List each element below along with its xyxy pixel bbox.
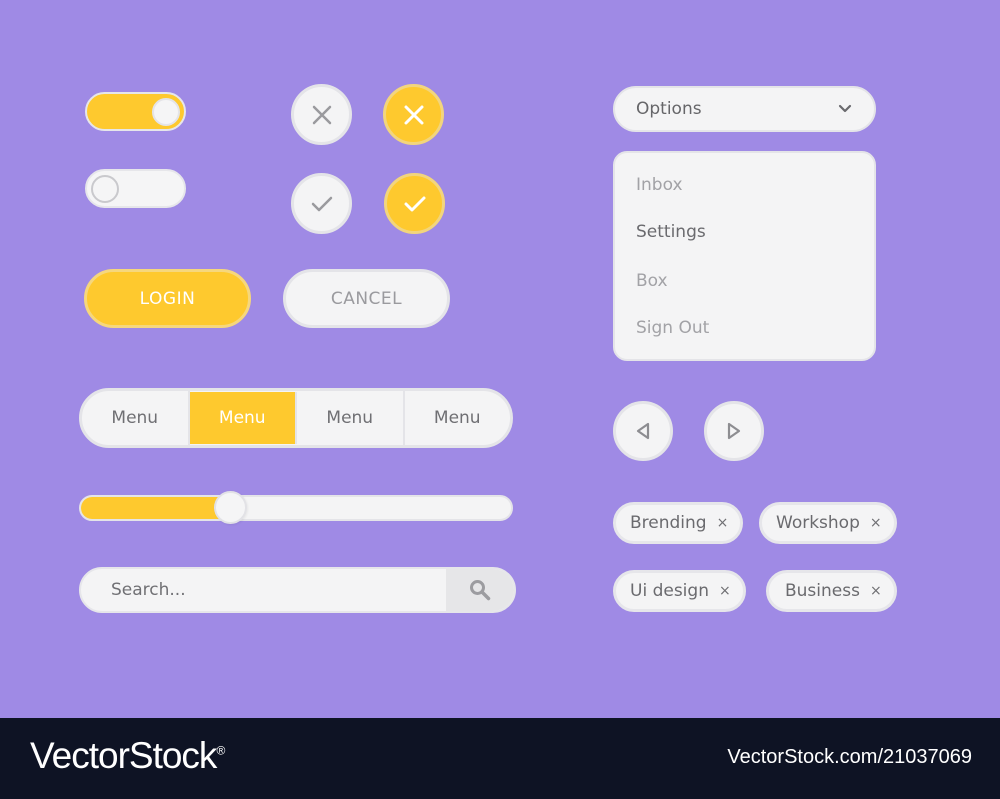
menu-item-box[interactable]: Box: [636, 271, 668, 291]
tag-remove-icon[interactable]: ×: [870, 515, 882, 531]
next-button[interactable]: [704, 401, 764, 461]
toggle-knob: [91, 175, 119, 203]
brand-logo: VectorStock®: [30, 735, 225, 777]
login-button-label: LOGIN: [139, 288, 196, 309]
close-button[interactable]: [291, 84, 352, 145]
check-button-accent[interactable]: [384, 173, 445, 234]
search-input[interactable]: [81, 569, 448, 611]
dropdown-menu: Inbox Settings Box Sign Out: [613, 151, 876, 361]
slider-track[interactable]: [79, 495, 513, 521]
tag-label: Business: [785, 581, 860, 601]
tag-label: Ui design: [630, 581, 709, 601]
slider-fill: [81, 497, 222, 519]
dropdown-selected-label: Options: [636, 99, 702, 119]
tag-chip: Business ×: [766, 570, 897, 612]
cancel-button-label: CANCEL: [330, 288, 403, 309]
slider-thumb[interactable]: [214, 491, 247, 524]
check-button[interactable]: [291, 173, 352, 234]
close-button-accent[interactable]: [383, 84, 444, 145]
menu-tab-label: Menu: [218, 408, 266, 428]
chevron-down-icon: [838, 104, 852, 113]
close-icon: [312, 105, 331, 124]
toggle-switch-on[interactable]: [85, 92, 186, 131]
tag-remove-icon[interactable]: ×: [870, 583, 882, 599]
cancel-button[interactable]: CANCEL: [283, 269, 450, 328]
toggle-knob: [152, 98, 180, 126]
tag-chip: Brending ×: [613, 502, 744, 544]
menu-tab-label: Menu: [433, 408, 481, 428]
brand-name: VectorStock: [30, 735, 217, 776]
tag-chip: Ui design ×: [613, 570, 746, 612]
menu-item-inbox[interactable]: Inbox: [636, 175, 683, 195]
toggle-switch-off[interactable]: [85, 169, 186, 208]
segmented-menu: Menu Menu Menu Menu: [79, 388, 513, 448]
tag-label: Workshop: [776, 513, 860, 533]
registered-mark: ®: [216, 743, 225, 758]
triangle-right-icon: [727, 422, 741, 440]
search-button[interactable]: [446, 569, 514, 611]
menu-tab-active[interactable]: Menu: [189, 392, 297, 444]
tag-remove-icon[interactable]: ×: [717, 515, 729, 531]
menu-tab[interactable]: Menu: [405, 391, 511, 445]
image-credit: VectorStock.com/21037069: [727, 746, 972, 768]
search-icon: [470, 580, 491, 601]
menu-tab-label: Menu: [326, 408, 374, 428]
menu-tab-label: Menu: [111, 408, 159, 428]
menu-item-sign-out[interactable]: Sign Out: [636, 318, 709, 338]
footer-bar: VectorStock® VectorStock.com/21037069: [0, 718, 1000, 799]
ui-kit-canvas: LOGIN CANCEL Menu Menu Menu Menu Options…: [0, 0, 1000, 718]
tag-chip: Workshop ×: [759, 502, 897, 544]
options-dropdown[interactable]: Options: [613, 86, 876, 132]
check-icon: [404, 196, 425, 211]
login-button[interactable]: LOGIN: [84, 269, 251, 328]
close-icon: [404, 105, 423, 124]
menu-tab[interactable]: Menu: [82, 391, 190, 445]
previous-button[interactable]: [613, 401, 673, 461]
tag-label: Brending: [630, 513, 707, 533]
check-icon: [311, 196, 332, 211]
search-bar: [79, 567, 516, 613]
menu-tab[interactable]: Menu: [297, 391, 405, 445]
menu-item-settings[interactable]: Settings: [636, 222, 706, 242]
tag-remove-icon[interactable]: ×: [719, 583, 731, 599]
triangle-left-icon: [636, 422, 650, 440]
